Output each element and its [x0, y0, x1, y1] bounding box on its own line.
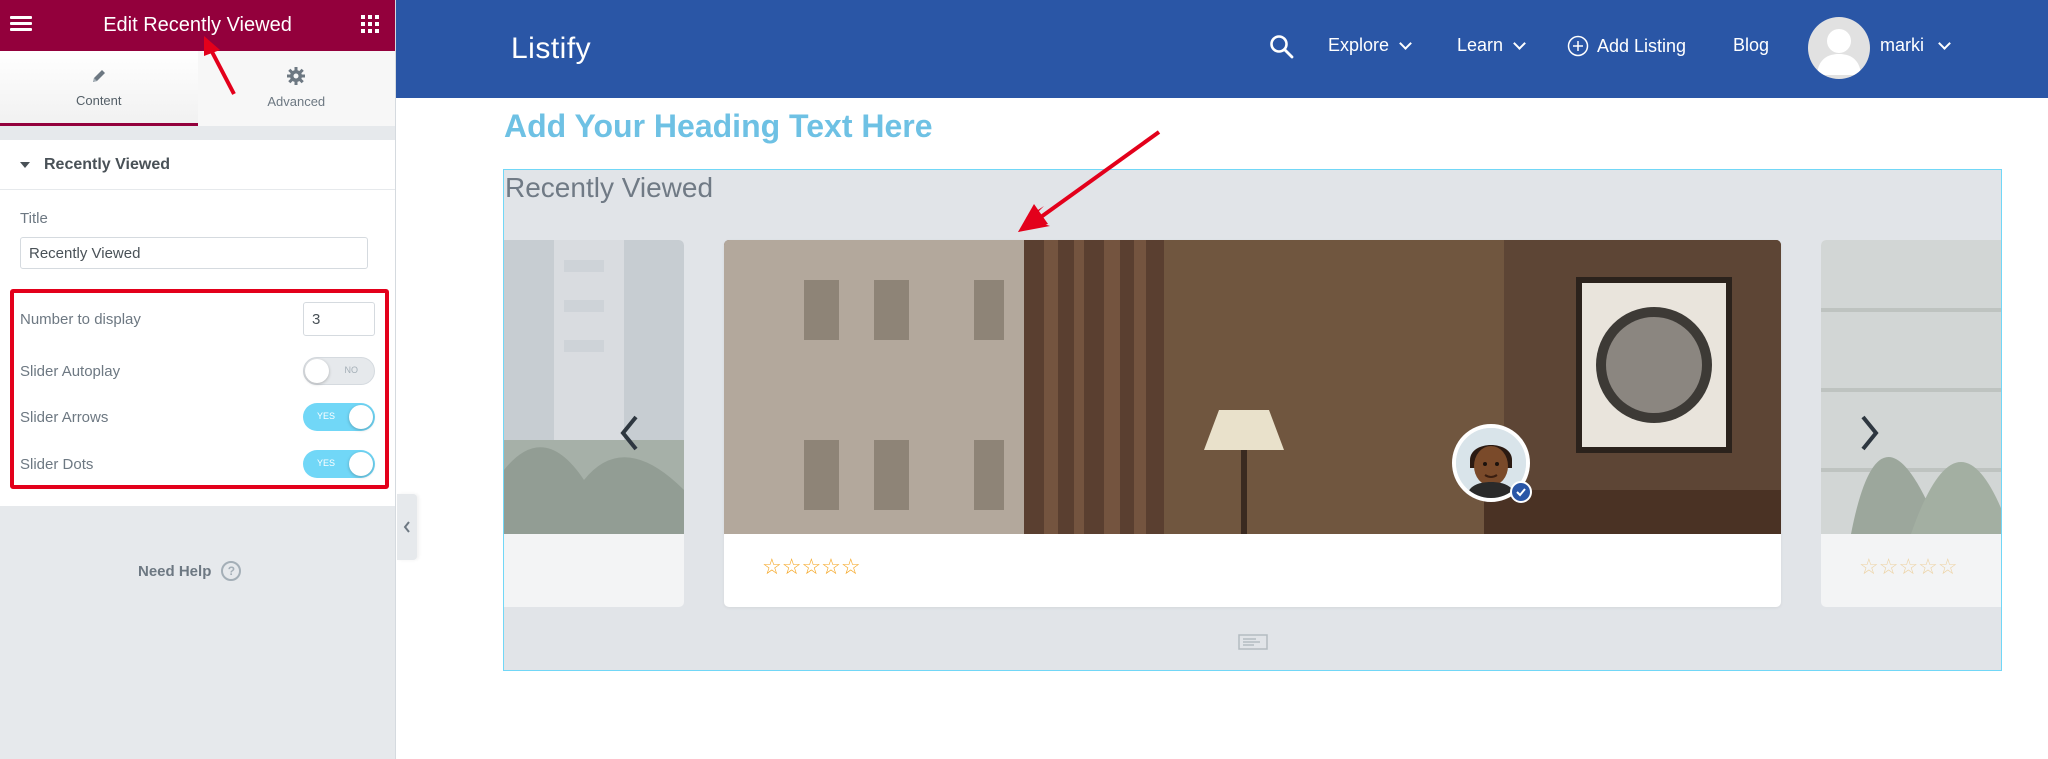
- pencil-icon: [92, 69, 105, 82]
- section-recently-viewed-toggle[interactable]: Recently Viewed: [0, 140, 395, 190]
- section-title: Recently Viewed: [44, 155, 170, 173]
- verified-badge-icon: [1510, 481, 1532, 503]
- toggle-knob: [349, 452, 373, 476]
- slider-dots-row: Slider Dots YES: [20, 447, 375, 481]
- nav-add-listing[interactable]: Add Listing: [1567, 35, 1686, 57]
- slider-arrows-label: Slider Arrows: [20, 408, 109, 426]
- toggle-knob: [305, 359, 329, 383]
- plus-circle-icon: [1567, 35, 1589, 57]
- tab-content-label: Content: [75, 92, 122, 108]
- panel-tabs: Content Advanced: [0, 51, 395, 126]
- listing-card-prev[interactable]: [504, 240, 684, 607]
- nav-user-menu[interactable]: marki: [1880, 35, 1951, 56]
- gear-icon: [287, 66, 306, 85]
- slider-dots-label: Slider Dots: [20, 455, 94, 473]
- listing-card[interactable]: ☆☆☆☆☆: [724, 240, 1781, 607]
- recently-viewed-widget[interactable]: Recently Viewed ☆☆☆☆☆ ☆☆☆☆☆: [503, 169, 2002, 671]
- need-help-link[interactable]: Need Help ?: [138, 561, 242, 581]
- nav-blog[interactable]: Blog: [1733, 35, 1769, 56]
- slider-autoplay-label: Slider Autoplay: [20, 362, 121, 380]
- chevron-right-icon: [1861, 415, 1879, 451]
- room-photo: [724, 240, 1781, 534]
- nav-explore-label: Explore: [1328, 35, 1390, 55]
- listing-photo: [724, 240, 1781, 534]
- caret-down-icon: [20, 161, 30, 168]
- slider-autoplay-toggle[interactable]: NO: [303, 357, 375, 385]
- chevron-left-icon: [620, 415, 638, 451]
- nav-add-listing-label: Add Listing: [1597, 35, 1687, 56]
- nav-learn[interactable]: Learn: [1457, 35, 1526, 56]
- slider-autoplay-row: Slider Autoplay NO: [20, 354, 375, 388]
- listing-photo: [1821, 240, 2001, 534]
- nav-learn-label: Learn: [1457, 35, 1504, 55]
- slider-prev-arrow[interactable]: [609, 403, 649, 463]
- slider-dots-icon[interactable]: [1238, 634, 1268, 650]
- nav-explore[interactable]: Explore: [1328, 35, 1412, 56]
- toggle-state-text: YES: [317, 411, 336, 421]
- nav-user-name: marki: [1880, 35, 1924, 55]
- toggle-knob: [349, 405, 373, 429]
- panel-header: Edit Recently Viewed: [0, 0, 395, 51]
- toggle-state-text: NO: [344, 365, 359, 375]
- need-help-label: Need Help: [138, 562, 212, 580]
- chevron-down-icon: [1938, 36, 1951, 50]
- question-icon: ?: [221, 561, 242, 581]
- toggle-state-text: YES: [317, 458, 336, 468]
- rating-stars: ☆☆☆☆☆: [762, 554, 861, 579]
- slider-arrows-row: Slider Arrows YES: [20, 400, 375, 434]
- controls-area: Title Number to display Slider Autoplay …: [0, 190, 395, 506]
- nav-blog-label: Blog: [1733, 35, 1770, 55]
- slider-dots-toggle[interactable]: YES: [303, 450, 375, 478]
- user-silhouette-icon: [1817, 29, 1861, 75]
- title-label: Title: [20, 210, 48, 227]
- widgets-grid-icon[interactable]: [361, 15, 379, 33]
- site-logo[interactable]: Listify: [511, 32, 591, 66]
- user-avatar[interactable]: [1808, 17, 1870, 79]
- editor-panel: Edit Recently Viewed Content Advanced Re…: [0, 0, 396, 759]
- tab-content[interactable]: Content: [0, 51, 198, 126]
- chevron-down-icon: [1513, 36, 1526, 50]
- chevron-down-icon: [1399, 36, 1412, 50]
- chevron-left-icon: [403, 521, 410, 533]
- rating-stars: ☆☆☆☆☆: [1859, 554, 1958, 579]
- tab-advanced-label: Advanced: [267, 93, 326, 109]
- number-to-display-input[interactable]: [303, 302, 375, 336]
- site-header: Listify Explore Learn Add Listing Blog m…: [396, 0, 2048, 98]
- collapse-panel-button[interactable]: [397, 494, 417, 560]
- widget-title: Recently Viewed: [505, 172, 714, 203]
- slider-next-arrow[interactable]: [1850, 403, 1890, 463]
- search-icon[interactable]: [1269, 34, 1295, 60]
- listing-photo: [504, 240, 684, 534]
- number-to-display-row: Number to display: [20, 302, 375, 336]
- slider-arrows-toggle[interactable]: YES: [303, 403, 375, 431]
- tab-advanced[interactable]: Advanced: [197, 51, 395, 126]
- hamburger-menu-icon[interactable]: [10, 13, 32, 35]
- number-to-display-label: Number to display: [20, 310, 141, 328]
- panel-title: Edit Recently Viewed: [103, 14, 292, 36]
- page-heading[interactable]: Add Your Heading Text Here: [504, 108, 933, 145]
- title-input[interactable]: [20, 237, 368, 269]
- listing-card-next[interactable]: ☆☆☆☆☆: [1821, 240, 2001, 607]
